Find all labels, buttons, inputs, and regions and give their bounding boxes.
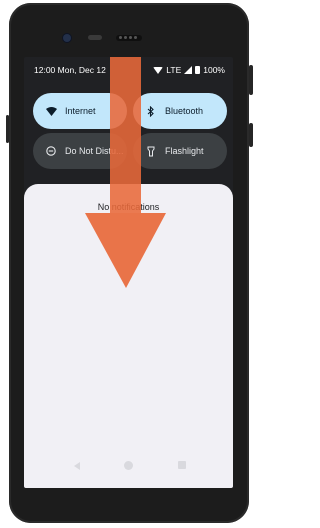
side-key-button <box>249 123 253 147</box>
tile-bluetooth-label: Bluetooth <box>165 106 204 116</box>
volume-button <box>6 115 9 143</box>
earpiece-speaker <box>116 35 142 41</box>
tile-internet-label: Internet <box>65 106 96 116</box>
tile-flashlight-label: Flashlight <box>165 146 204 156</box>
recents-icon[interactable] <box>178 461 186 469</box>
tile-bluetooth[interactable]: Bluetooth <box>133 93 227 129</box>
battery-icon <box>195 66 201 74</box>
signal-icon <box>184 66 193 74</box>
flashlight-icon <box>145 145 157 157</box>
back-icon[interactable] <box>74 462 80 470</box>
status-bar: 12:00 Mon, Dec 12 LTE 100% <box>24 57 233 83</box>
battery-percent: 100% <box>203 65 225 75</box>
bluetooth-icon <box>145 105 157 117</box>
front-camera <box>63 34 71 42</box>
do-not-disturb-icon <box>45 145 57 157</box>
tile-do-not-disturb-label: Do Not Distu... <box>65 146 124 156</box>
proximity-sensor <box>88 35 102 40</box>
empty-notifications-message: No notifications <box>97 202 160 212</box>
notification-panel: No notifications <box>24 184 233 488</box>
status-time: 12:00 Mon, Dec 12 <box>34 65 106 75</box>
wifi-status-icon <box>153 66 164 74</box>
screen: 12:00 Mon, Dec 12 LTE 100% Internet Blue… <box>24 57 233 488</box>
tile-flashlight[interactable]: Flashlight <box>133 133 227 169</box>
tile-do-not-disturb[interactable]: Do Not Distu... <box>33 133 127 169</box>
status-icons: LTE 100% <box>153 65 225 75</box>
network-type: LTE <box>166 65 182 75</box>
navigation-bar <box>24 455 233 477</box>
power-button <box>249 65 253 95</box>
wifi-icon <box>45 105 57 117</box>
tile-internet[interactable]: Internet <box>33 93 127 129</box>
home-icon[interactable] <box>124 461 133 470</box>
